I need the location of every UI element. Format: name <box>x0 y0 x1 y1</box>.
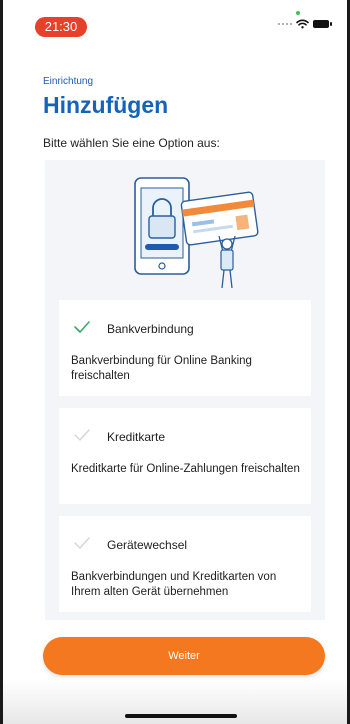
options-panel: Bankverbindung Bankverbindung für Online… <box>45 160 325 620</box>
option-description: Bankverbindung für Online Banking freisc… <box>71 355 252 382</box>
option-title: Kreditkarte <box>107 430 166 444</box>
option-description: Bankverbindungen und Kreditkarten von Ih… <box>71 571 277 598</box>
privacy-indicator-dot <box>296 11 300 15</box>
status-bar: 21:30 <box>3 0 347 44</box>
weiter-button[interactable]: Weiter <box>43 637 325 675</box>
app-screen: 21:30 Einrichtung Hinzufügen Bitte wähle… <box>0 0 350 724</box>
wifi-icon <box>296 19 309 29</box>
option-geraetewechsel[interactable]: Gerätewechsel Bankverbindungen und Kredi… <box>59 516 311 612</box>
section-eyebrow: Einrichtung <box>43 76 94 87</box>
option-title: Gerätewechsel <box>107 538 188 552</box>
home-indicator[interactable] <box>125 714 237 718</box>
checkmark-icon <box>74 429 90 441</box>
option-description: Kreditkarte für Online-Zahlungen freisch… <box>71 463 300 475</box>
signal-dots-icon <box>278 23 292 25</box>
checkmark-icon <box>74 321 90 333</box>
battery-icon <box>313 20 332 28</box>
page-subtitle: Bitte wählen Sie eine Option aus: <box>43 136 220 150</box>
page-title: Hinzufügen <box>43 92 169 118</box>
option-title: Bankverbindung <box>107 322 194 336</box>
status-icons <box>278 19 332 29</box>
status-time: 21:30 <box>35 17 87 37</box>
phone-lock-card-illustration <box>134 177 259 289</box>
option-bankverbindung[interactable]: Bankverbindung Bankverbindung für Online… <box>59 300 311 396</box>
option-kreditkarte[interactable]: Kreditkarte Kreditkarte für Online-Zahlu… <box>59 408 311 504</box>
checkmark-icon <box>74 537 90 549</box>
